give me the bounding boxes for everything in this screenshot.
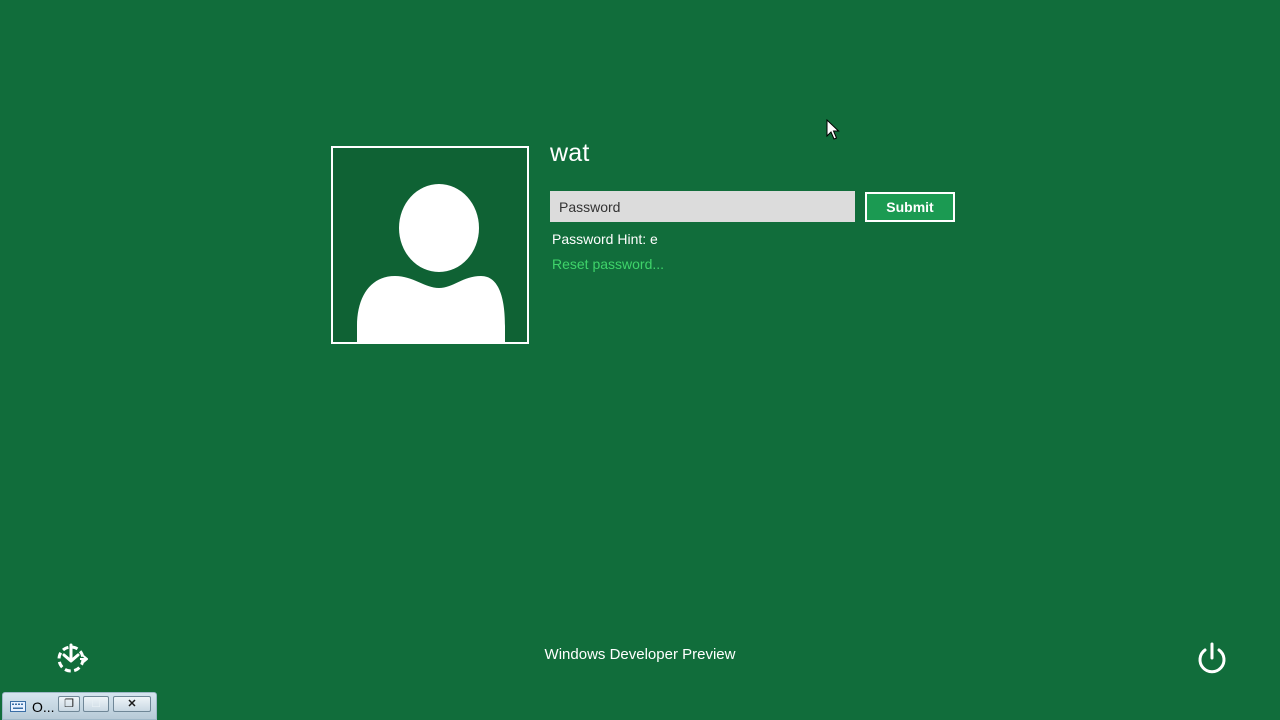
- reset-password-link[interactable]: Reset password...: [552, 256, 664, 272]
- power-icon: [1198, 642, 1226, 674]
- osk-window-title: O...: [32, 699, 55, 715]
- user-avatar: [331, 146, 529, 344]
- os-version-label: Windows Developer Preview: [544, 646, 736, 663]
- close-button[interactable]: ✕: [113, 696, 151, 712]
- submit-button[interactable]: Submit: [865, 192, 955, 222]
- mouse-cursor-icon: [826, 119, 840, 140]
- on-screen-keyboard-window[interactable]: O... ❐ ☐ ✕: [2, 692, 157, 720]
- maximize-button[interactable]: ☐: [83, 696, 109, 712]
- password-field[interactable]: [550, 191, 855, 222]
- lock-screen: wat Submit Password Hint: e Reset passwo…: [0, 0, 1280, 720]
- power-button[interactable]: [1194, 641, 1230, 677]
- user-silhouette-icon: [357, 184, 505, 342]
- password-hint: Password Hint: e: [552, 231, 658, 247]
- keyboard-icon: [10, 701, 26, 712]
- restore-button[interactable]: ❐: [58, 696, 80, 712]
- username-label: wat: [550, 139, 590, 167]
